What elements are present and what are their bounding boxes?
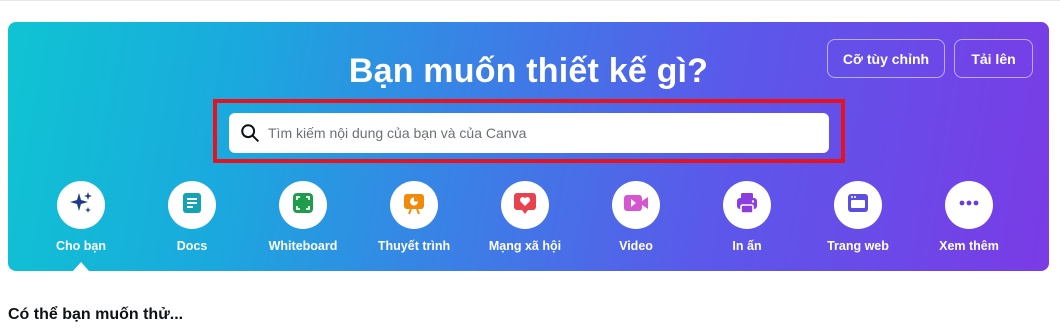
- top-divider: [0, 0, 1060, 1]
- category-docs-circle: [168, 181, 216, 229]
- category-label: Thuyết trình: [377, 239, 451, 253]
- printer-icon: [734, 190, 760, 221]
- category-label: Mạng xã hội: [488, 239, 562, 253]
- search-input[interactable]: [268, 113, 829, 153]
- category-label: Cho bạn: [56, 239, 106, 253]
- hero-banner: Bạn muốn thiết kế gì? Cỡ tùy chỉnh Tải l…: [8, 22, 1049, 271]
- category-for-you[interactable]: Cho bạn: [26, 181, 136, 253]
- category-more[interactable]: Xem thêm: [914, 181, 1024, 253]
- category-more-circle: [945, 181, 993, 229]
- category-website[interactable]: Trang web: [803, 181, 913, 253]
- heart-chat-icon: [512, 190, 538, 221]
- category-print[interactable]: In ấn: [692, 181, 802, 253]
- section-title: Có thể bạn muốn thử...: [8, 306, 184, 323]
- upload-button[interactable]: Tải lên: [954, 39, 1033, 78]
- category-docs[interactable]: Docs: [137, 181, 247, 253]
- category-website-circle: [834, 181, 882, 229]
- custom-size-button[interactable]: Cỡ tùy chỉnh: [827, 39, 945, 78]
- category-label: Xem thêm: [939, 239, 999, 253]
- active-category-indicator: [73, 262, 89, 271]
- category-social-media-circle: [501, 181, 549, 229]
- category-video-circle: [612, 181, 660, 229]
- more-dots-icon: [956, 190, 982, 221]
- video-camera-icon: [622, 190, 650, 221]
- category-whiteboard-circle: [279, 181, 327, 229]
- category-presentation-circle: [390, 181, 438, 229]
- category-label: Video: [619, 239, 653, 253]
- doc-icon: [179, 190, 205, 221]
- presentation-icon: [401, 190, 427, 221]
- whiteboard-icon: [290, 190, 316, 221]
- category-label: Docs: [176, 239, 208, 253]
- category-for-you-circle: [57, 181, 105, 229]
- category-social-media[interactable]: Mạng xã hội: [470, 181, 580, 253]
- category-print-circle: [723, 181, 771, 229]
- category-video[interactable]: Video: [581, 181, 691, 253]
- category-presentation[interactable]: Thuyết trình: [359, 181, 469, 253]
- browser-icon: [845, 190, 871, 221]
- search-icon: [238, 121, 262, 145]
- search-bar[interactable]: [229, 113, 829, 153]
- category-label: Trang web: [827, 239, 889, 253]
- category-whiteboard[interactable]: Whiteboard: [248, 181, 358, 253]
- sparkle-icon: [67, 189, 95, 222]
- category-label: In ấn: [732, 239, 762, 253]
- category-label: Whiteboard: [268, 239, 338, 253]
